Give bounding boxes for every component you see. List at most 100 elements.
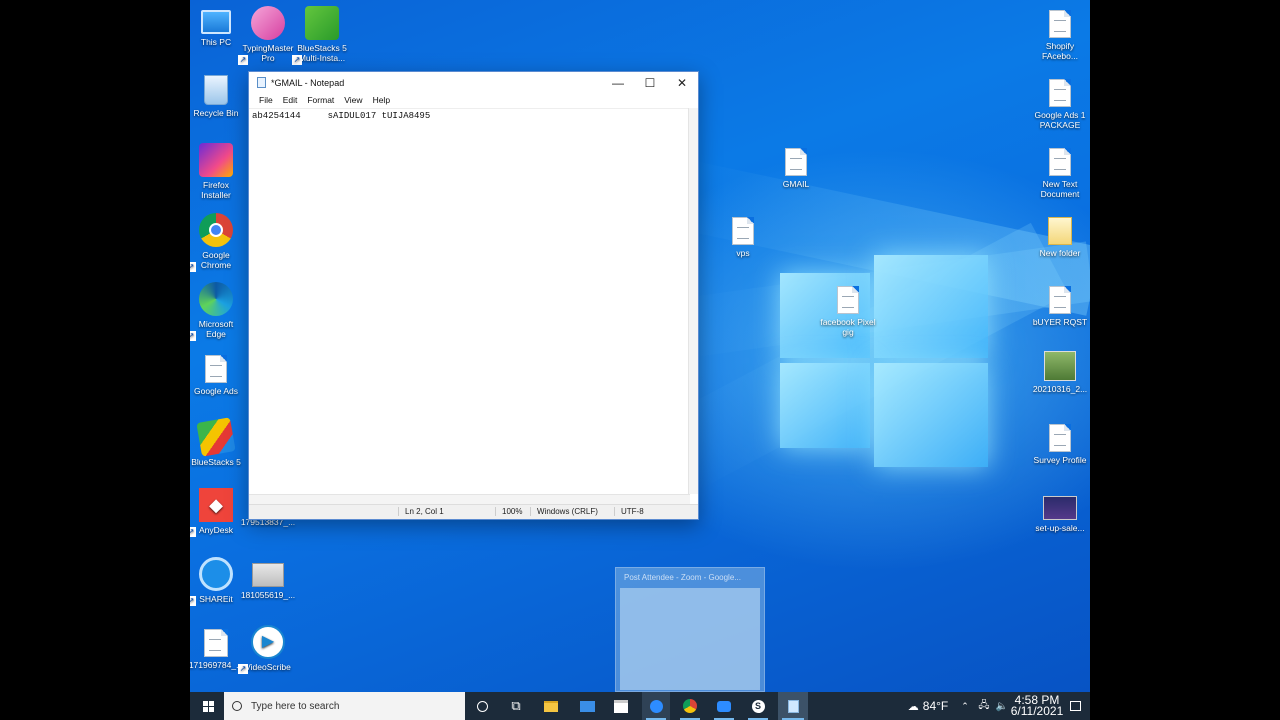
- horizontal-scrollbar[interactable]: [249, 494, 690, 504]
- desktop-icon-microsoft-edge[interactable]: Microsoft Edge: [190, 282, 244, 341]
- photo-thumbnail-icon: [1044, 351, 1076, 381]
- videoscribe-icon: ▶: [251, 625, 285, 659]
- menu-format[interactable]: Format: [302, 93, 339, 108]
- taskbar-search-box[interactable]: Type here to search: [224, 692, 465, 720]
- zoom-window-preview[interactable]: Post Attendee - Zoom - Google...: [615, 567, 765, 692]
- close-button[interactable]: ✕: [666, 72, 698, 93]
- document-icon: [204, 629, 228, 657]
- desktop-icon-new-folder[interactable]: New folder: [1032, 213, 1088, 258]
- show-hidden-icons-button[interactable]: ⌃: [958, 692, 972, 720]
- task-view-button[interactable]: ⧉: [504, 692, 528, 720]
- desktop-icon-recycle-bin[interactable]: Recycle Bin: [190, 75, 244, 118]
- desktop-icon-this-pc[interactable]: This PC: [190, 6, 244, 47]
- task-view-icon: ⧉: [511, 698, 521, 713]
- folder-icon: [544, 700, 558, 712]
- cortana-icon: [476, 700, 488, 712]
- chrome-icon: [199, 213, 233, 247]
- taskbar-chrome[interactable]: [676, 692, 704, 720]
- desktop-icon-bluestacks-multi-instance[interactable]: BlueStacks 5 Multi-Insta...: [292, 6, 350, 65]
- recycle-bin-icon: [204, 75, 228, 105]
- document-icon: [1049, 10, 1071, 38]
- network-button[interactable]: 🖧: [976, 692, 992, 720]
- document-icon: [785, 148, 807, 176]
- notification-icon: [1069, 701, 1081, 711]
- cloud-icon: ☁: [907, 700, 919, 713]
- desktop-icon-videoscribe[interactable]: ▶ VideoScribe: [238, 625, 296, 674]
- maximize-button[interactable]: ☐: [634, 72, 666, 93]
- clock-date: 6/11/2021: [1010, 704, 1064, 718]
- cortana-button[interactable]: [470, 692, 494, 720]
- desktop-icon-google-ads-package[interactable]: Google Ads 1 PACKAGE: [1032, 75, 1088, 130]
- taskbar-notepad[interactable]: [778, 692, 808, 720]
- desktop-icon-google-ads[interactable]: Google Ads: [190, 351, 244, 396]
- bluestacks-multi-icon: [305, 6, 339, 40]
- taskbar-skype[interactable]: S: [744, 692, 772, 720]
- taskbar: Type here to search ⧉ S ☁ 84°F ⌃ 🖧 🔈 4:5…: [190, 692, 1090, 720]
- title-bar[interactable]: *GMAIL - Notepad — ☐ ✕: [249, 72, 698, 93]
- desktop-icon-google-chrome[interactable]: Google Chrome: [190, 213, 244, 272]
- search-placeholder: Type here to search: [251, 700, 340, 712]
- taskbar-zoom-meetings[interactable]: [710, 692, 738, 720]
- taskbar-store[interactable]: [608, 692, 634, 720]
- desktop-icon-photo-20210316[interactable]: 20210316_2...: [1032, 351, 1088, 394]
- status-bar: Ln 2, Col 1 100% Windows (CRLF) UTF-8: [249, 504, 698, 519]
- edge-icon: [199, 282, 233, 316]
- document-icon: [1049, 79, 1071, 107]
- start-button[interactable]: [194, 692, 222, 720]
- desktop-icon-gmail[interactable]: GMAIL: [768, 144, 824, 189]
- image-thumbnail-icon: [252, 563, 284, 587]
- menu-help[interactable]: Help: [368, 93, 395, 108]
- line-ending: Windows (CRLF): [530, 507, 598, 516]
- notepad-icon: [257, 77, 266, 88]
- zoom-level: 100%: [495, 507, 522, 516]
- weather-temperature: 84°F: [922, 699, 949, 713]
- taskbar-file-explorer[interactable]: [538, 692, 564, 720]
- notifications-button[interactable]: [1066, 692, 1084, 720]
- desktop-icon-bluestacks-5[interactable]: BlueStacks 5: [190, 417, 244, 467]
- document-icon: [732, 217, 754, 245]
- desktop-icon-shopify-facebook[interactable]: Shopify FAcebo...: [1032, 6, 1088, 61]
- clock[interactable]: 4:58 PM 6/11/2021: [1010, 692, 1064, 720]
- volume-button[interactable]: 🔈: [994, 692, 1010, 720]
- taskbar-mail[interactable]: [574, 692, 600, 720]
- encoding: UTF-8: [614, 507, 644, 516]
- desktop-icon-set-up-sales[interactable]: set-up-sale...: [1032, 492, 1088, 533]
- desktop-icon-facebook-pixel-gig[interactable]: facebook Pixel gig: [820, 282, 876, 337]
- notepad-window[interactable]: *GMAIL - Notepad — ☐ ✕ File Edit Format …: [248, 71, 699, 520]
- desktop-icon-buyer-rqst[interactable]: bUYER RQST: [1032, 282, 1088, 327]
- desktop-icon-new-text-document[interactable]: New Text Document: [1032, 144, 1088, 199]
- desktop-icon-document-scan[interactable]: 171969784_...: [190, 625, 244, 670]
- document-icon: [1049, 286, 1071, 314]
- desktop-icon-shareit[interactable]: SHAREit: [190, 557, 244, 606]
- document-icon: [837, 286, 859, 314]
- anydesk-icon: ◆: [199, 488, 233, 522]
- weather-widget[interactable]: ☁ 84°F: [908, 692, 948, 720]
- notepad-icon: [787, 699, 799, 713]
- taskbar-zoom-app[interactable]: [642, 692, 670, 720]
- firefox-installer-icon: [199, 143, 233, 177]
- vertical-scrollbar[interactable]: [688, 108, 698, 494]
- minimize-button[interactable]: —: [602, 72, 634, 93]
- desktop-icon-survey-profile[interactable]: Survey Profile: [1032, 420, 1088, 465]
- desktop-icon-firefox-installer[interactable]: Firefox Installer: [190, 143, 244, 200]
- typingmaster-icon: [251, 6, 285, 40]
- menu-file[interactable]: File: [254, 93, 278, 108]
- folder-icon: [1048, 217, 1072, 245]
- image-thumbnail-icon: [1043, 496, 1077, 520]
- desktop-icon-image-181055619[interactable]: 181055619_...: [240, 557, 296, 600]
- desktop-icon-anydesk[interactable]: ◆ AnyDesk: [190, 488, 244, 537]
- document-icon: [1049, 148, 1071, 176]
- chevron-up-icon: ⌃: [961, 700, 969, 711]
- zoom-preview-title: Post Attendee - Zoom - Google...: [624, 573, 741, 582]
- speaker-icon: 🔈: [995, 700, 1009, 712]
- store-icon: [614, 699, 628, 713]
- window-title: *GMAIL - Notepad: [271, 77, 345, 88]
- menu-edit[interactable]: Edit: [278, 93, 303, 108]
- network-icon: 🖧: [978, 699, 990, 711]
- zoom-preview-content: [620, 588, 760, 690]
- desktop-icon-typingmaster[interactable]: TypingMaster Pro: [238, 6, 296, 65]
- document-icon: [205, 355, 227, 383]
- menu-view[interactable]: View: [339, 93, 367, 108]
- text-editor-area[interactable]: ab4254144 sAIDUL017 tUIJA8495: [249, 108, 690, 494]
- desktop-icon-vps[interactable]: vps: [715, 213, 771, 258]
